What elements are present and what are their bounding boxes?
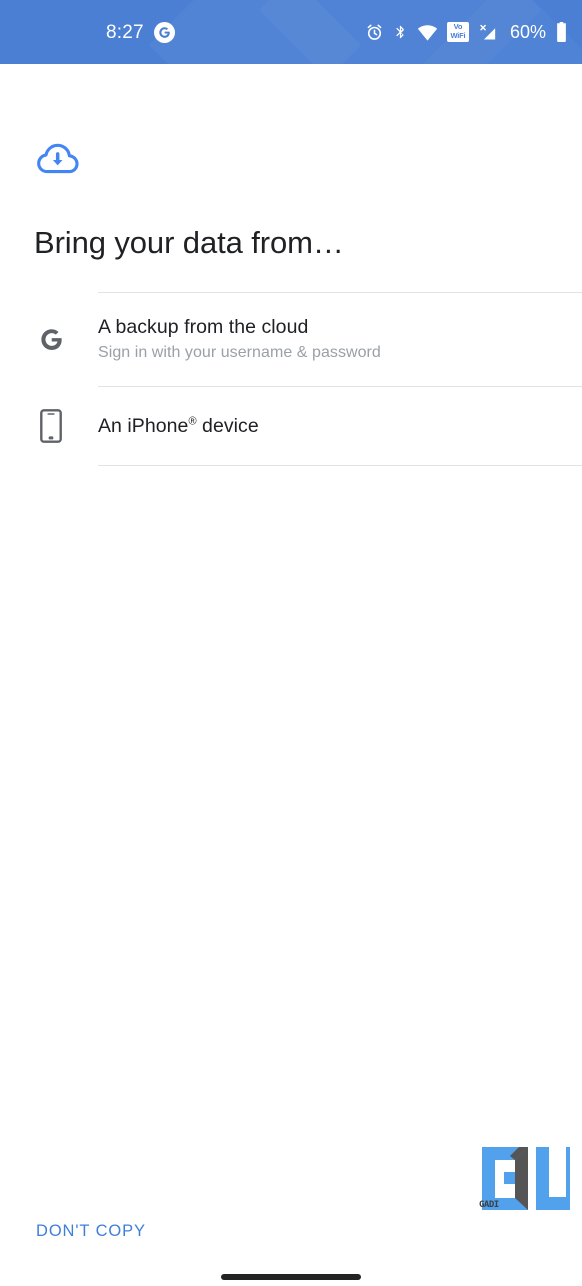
battery-percent-label: 60% [509,22,546,42]
vowifi-icon: Vo WiFi [446,22,469,42]
option-text: An iPhone® device [98,413,582,439]
page-title: Bring your data from… [34,224,344,260]
registered-trademark-symbol: ® [188,415,197,427]
option-text: A backup from the cloud Sign in with you… [98,314,582,364]
google-g-icon [153,21,175,43]
status-bar-right: Vo WiFi 60% [365,0,568,64]
alarm-icon [365,23,384,42]
smartphone-icon [0,408,98,443]
phone-screen: 8:27 Vo WiFi 60% Bring your data from… A… [0,0,582,1286]
divider [98,465,582,466]
option-subtitle: Sign in with your username & password [98,344,381,361]
status-bar: 8:27 Vo WiFi 60% [0,0,582,64]
home-gesture-bar[interactable] [221,1274,361,1280]
wifi-icon [417,24,438,41]
mobile-signal-no-sim-icon [478,22,499,42]
status-bar-left: 8:27 [0,0,175,64]
dont-copy-button[interactable]: DON'T COPY [36,1222,146,1241]
option-title-prefix: An iPhone [98,414,189,437]
option-row-iphone-device[interactable]: An iPhone® device [0,386,582,465]
status-bar-clock: 8:27 [106,21,144,43]
watermark-label: GADI [479,1200,499,1210]
option-title: A backup from the cloud [98,316,309,338]
bluetooth-icon [393,22,408,42]
vowifi-line-2: WiFi [450,30,466,40]
google-g-icon [0,325,98,354]
option-row-cloud-backup[interactable]: A backup from the cloud Sign in with you… [0,292,582,386]
option-title-suffix: device [196,414,259,437]
option-title: An iPhone® device [98,413,582,439]
battery-icon [555,22,568,42]
cloud-download-icon [36,142,79,180]
